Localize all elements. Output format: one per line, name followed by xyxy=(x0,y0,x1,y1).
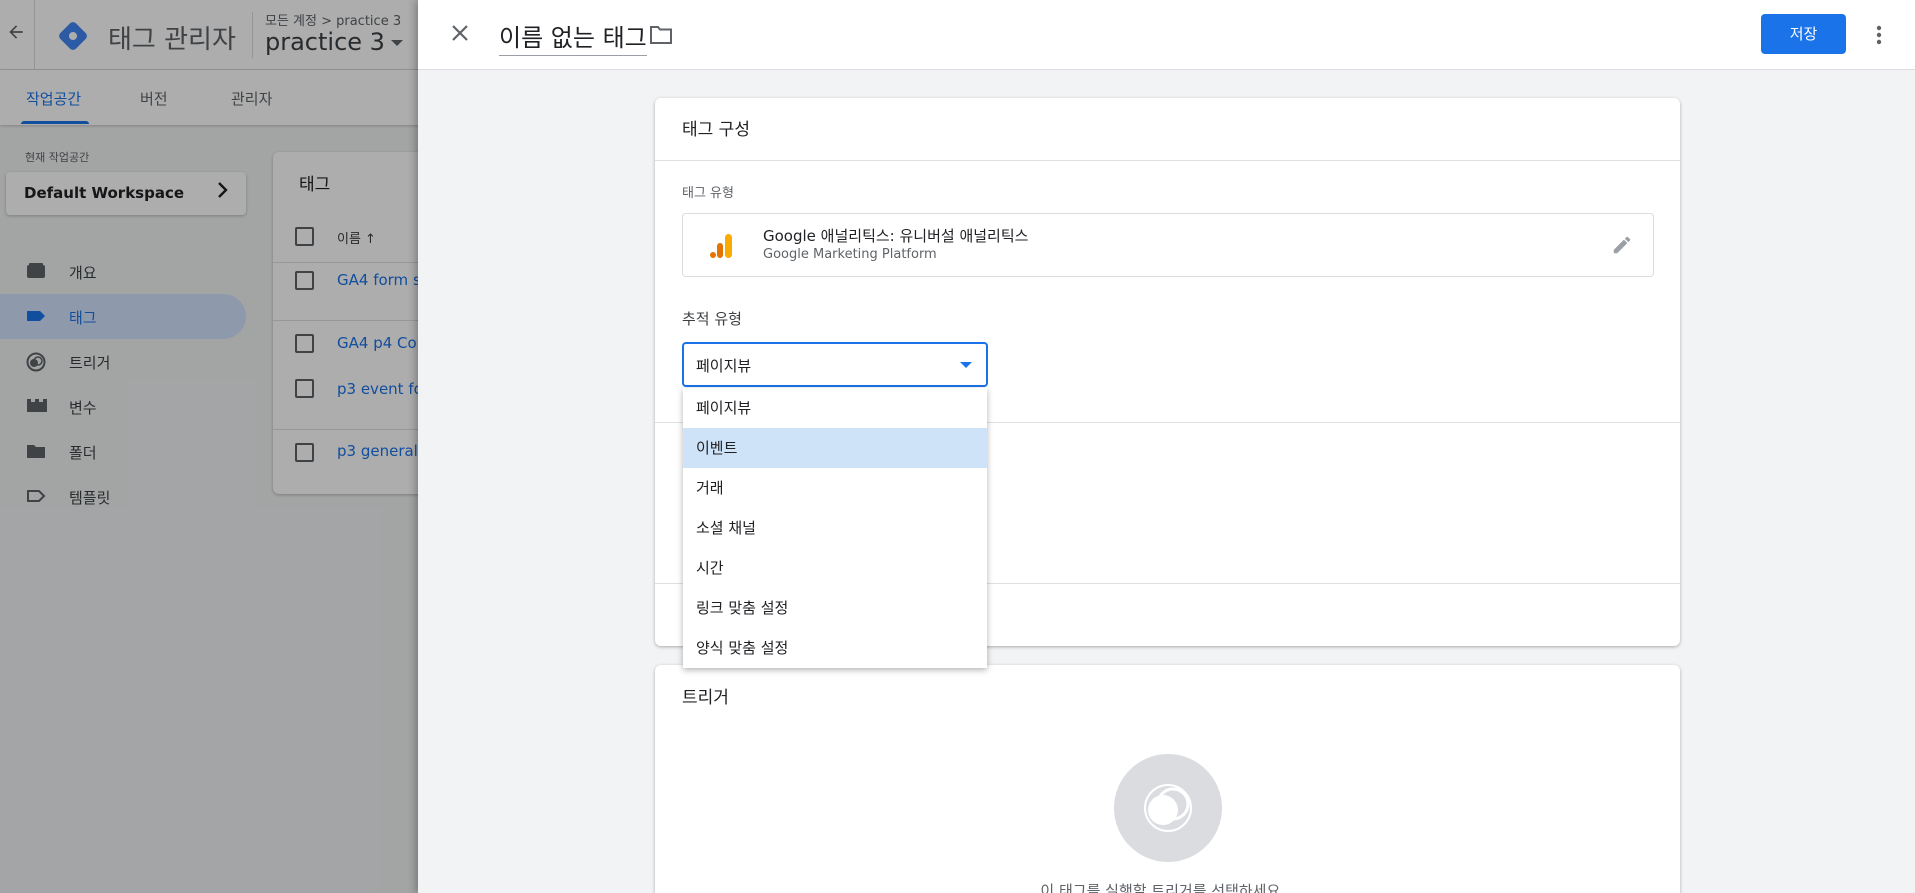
tracking-type-dropdown: 페이지뷰 이벤트 거래 소셜 채널 시간 링크 맞춤 설정 양식 맞춤 설정 xyxy=(683,388,987,668)
pencil-edit-icon[interactable] xyxy=(1611,234,1633,256)
divider xyxy=(655,160,1680,161)
caret-down-icon xyxy=(960,362,972,368)
dropdown-option[interactable]: 시간 xyxy=(683,548,987,588)
panel-header: 이름 없는 태그 저장 xyxy=(418,0,1915,70)
dropdown-option[interactable]: 이벤트 xyxy=(683,428,987,468)
dropdown-option[interactable]: 양식 맞춤 설정 xyxy=(683,628,987,668)
trigger-card[interactable]: 트리거 이 태그를 실행할 트리거를 선택하세요... xyxy=(655,665,1680,893)
selected-value: 페이지뷰 xyxy=(696,357,752,375)
more-vert-icon[interactable] xyxy=(1870,20,1888,50)
close-icon[interactable] xyxy=(445,20,475,50)
tag-type-label: 태그 유형 xyxy=(682,186,734,201)
tag-editor-panel: 이름 없는 태그 저장 태그 구성 태그 유형 Google 애널리틱스: 유니… xyxy=(418,0,1915,893)
tracking-type-select[interactable]: 페이지뷰 xyxy=(682,342,988,387)
trigger-hint: 이 태그를 실행할 트리거를 선택하세요... xyxy=(1040,882,1295,893)
tracking-type-label: 추적 유형 xyxy=(682,310,742,328)
add-trigger-button[interactable] xyxy=(1114,754,1222,862)
dropdown-option[interactable]: 소셜 채널 xyxy=(683,508,987,548)
dropdown-option[interactable]: 링크 맞춤 설정 xyxy=(683,588,987,628)
tag-configuration-card: 태그 구성 태그 유형 Google 애널리틱스: 유니버설 애널리틱스 Goo… xyxy=(655,98,1680,668)
tag-type-title: Google 애널리틱스: 유니버설 애널리틱스 xyxy=(763,227,1029,245)
dropdown-option[interactable]: 페이지뷰 xyxy=(683,388,987,428)
folder-outline-icon[interactable] xyxy=(649,25,673,45)
dropdown-option[interactable]: 거래 xyxy=(683,468,987,508)
tag-name-input[interactable]: 이름 없는 태그 xyxy=(499,18,647,56)
tag-type-subtitle: Google Marketing Platform xyxy=(763,247,937,262)
trigger-header: 트리거 xyxy=(682,688,729,708)
config-header: 태그 구성 xyxy=(682,120,750,140)
google-analytics-icon xyxy=(710,233,734,259)
save-button[interactable]: 저장 xyxy=(1761,14,1846,54)
tag-type-selector[interactable]: Google 애널리틱스: 유니버설 애널리틱스 Google Marketin… xyxy=(682,213,1654,277)
